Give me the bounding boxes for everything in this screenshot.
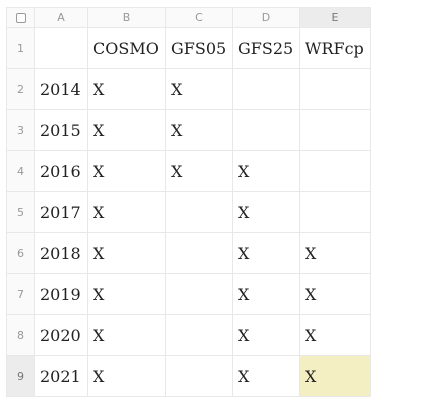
cell-b1[interactable]: COSMO bbox=[87, 27, 166, 69]
cell-d1[interactable]: GFS25 bbox=[232, 27, 300, 69]
column-header-d[interactable]: D bbox=[232, 7, 300, 28]
table-row: 6 2018 X X X bbox=[6, 232, 371, 274]
cell-a1[interactable] bbox=[34, 27, 88, 69]
table-row: 1 COSMO GFS05 GFS25 WRFcp bbox=[6, 27, 371, 69]
table-row: 5 2017 X X bbox=[6, 191, 371, 233]
cell-a9[interactable]: 2021 bbox=[34, 355, 88, 397]
cell-e5[interactable] bbox=[299, 191, 371, 233]
cell-c1[interactable]: GFS05 bbox=[165, 27, 233, 69]
cell-e1[interactable]: WRFcp bbox=[299, 27, 371, 69]
column-header-e[interactable]: E bbox=[299, 7, 371, 28]
cell-e4[interactable] bbox=[299, 150, 371, 192]
table-row: 4 2016 X X X bbox=[6, 150, 371, 192]
table-row: 7 2019 X X X bbox=[6, 273, 371, 315]
cell-b6[interactable]: X bbox=[87, 232, 166, 274]
cell-d2[interactable] bbox=[232, 68, 300, 110]
cell-d6[interactable]: X bbox=[232, 232, 300, 274]
cell-e6[interactable]: X bbox=[299, 232, 371, 274]
cell-d9[interactable]: X bbox=[232, 355, 300, 397]
spreadsheet-grid: A B C D E 1 COSMO GFS05 GFS25 WRFcp 2 20… bbox=[6, 7, 371, 397]
table-row: 3 2015 X X bbox=[6, 109, 371, 151]
cell-d3[interactable] bbox=[232, 109, 300, 151]
table-row: 9 2021 X X X bbox=[6, 355, 371, 397]
cell-c5[interactable] bbox=[165, 191, 233, 233]
row-header[interactable]: 2 bbox=[6, 68, 35, 110]
cell-c6[interactable] bbox=[165, 232, 233, 274]
cell-b4[interactable]: X bbox=[87, 150, 166, 192]
cell-e2[interactable] bbox=[299, 68, 371, 110]
cell-a2[interactable]: 2014 bbox=[34, 68, 88, 110]
row-header[interactable]: 9 bbox=[6, 355, 35, 397]
cell-a4[interactable]: 2016 bbox=[34, 150, 88, 192]
column-header-b[interactable]: B bbox=[87, 7, 166, 28]
cell-b8[interactable]: X bbox=[87, 314, 166, 356]
cell-e7[interactable]: X bbox=[299, 273, 371, 315]
row-header[interactable]: 8 bbox=[6, 314, 35, 356]
column-header-a[interactable]: A bbox=[34, 7, 88, 28]
select-all-corner[interactable] bbox=[6, 7, 35, 28]
cell-d5[interactable]: X bbox=[232, 191, 300, 233]
cell-b5[interactable]: X bbox=[87, 191, 166, 233]
cell-b2[interactable]: X bbox=[87, 68, 166, 110]
column-header-row: A B C D E bbox=[6, 7, 371, 28]
table-row: 8 2020 X X X bbox=[6, 314, 371, 356]
cell-b7[interactable]: X bbox=[87, 273, 166, 315]
row-header[interactable]: 1 bbox=[6, 27, 35, 69]
row-header[interactable]: 3 bbox=[6, 109, 35, 151]
cell-a7[interactable]: 2019 bbox=[34, 273, 88, 315]
cell-b3[interactable]: X bbox=[87, 109, 166, 151]
cell-a6[interactable]: 2018 bbox=[34, 232, 88, 274]
cell-e3[interactable] bbox=[299, 109, 371, 151]
cell-a3[interactable]: 2015 bbox=[34, 109, 88, 151]
cell-d4[interactable]: X bbox=[232, 150, 300, 192]
cell-c8[interactable] bbox=[165, 314, 233, 356]
column-header-c[interactable]: C bbox=[165, 7, 233, 28]
select-all-checkbox-icon[interactable] bbox=[15, 12, 26, 23]
cell-c9[interactable] bbox=[165, 355, 233, 397]
row-header[interactable]: 4 bbox=[6, 150, 35, 192]
cell-c3[interactable]: X bbox=[165, 109, 233, 151]
cell-c7[interactable] bbox=[165, 273, 233, 315]
row-header[interactable]: 6 bbox=[6, 232, 35, 274]
cell-a5[interactable]: 2017 bbox=[34, 191, 88, 233]
table-row: 2 2014 X X bbox=[6, 68, 371, 110]
cell-e8[interactable]: X bbox=[299, 314, 371, 356]
row-header[interactable]: 5 bbox=[6, 191, 35, 233]
cell-a8[interactable]: 2020 bbox=[34, 314, 88, 356]
row-header[interactable]: 7 bbox=[6, 273, 35, 315]
cell-c4[interactable]: X bbox=[165, 150, 233, 192]
cell-c2[interactable]: X bbox=[165, 68, 233, 110]
cell-b9[interactable]: X bbox=[87, 355, 166, 397]
selected-cell-e9[interactable]: X bbox=[299, 355, 371, 397]
cell-d8[interactable]: X bbox=[232, 314, 300, 356]
cell-d7[interactable]: X bbox=[232, 273, 300, 315]
